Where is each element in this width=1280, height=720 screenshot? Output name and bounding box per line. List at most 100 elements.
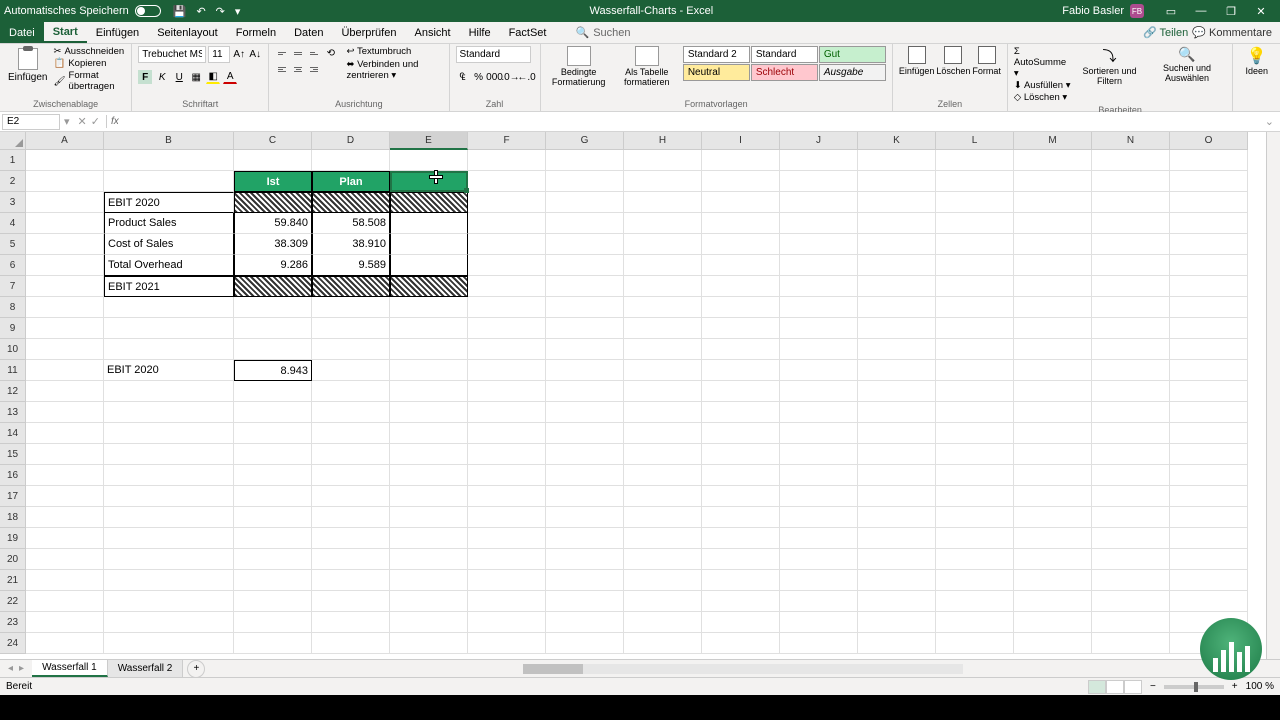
undo-icon[interactable]: ↶ xyxy=(196,5,205,18)
cell-L4[interactable] xyxy=(936,213,1014,234)
expand-formula-bar-icon[interactable]: ⌄ xyxy=(1259,115,1280,128)
cell-F17[interactable] xyxy=(468,486,546,507)
cell-K18[interactable] xyxy=(858,507,936,528)
col-header-J[interactable]: J xyxy=(780,132,858,150)
cell-A5[interactable] xyxy=(26,234,104,255)
cell-I19[interactable] xyxy=(702,528,780,549)
cell-C9[interactable] xyxy=(234,318,312,339)
cell-B2[interactable] xyxy=(104,171,234,192)
cell-A6[interactable] xyxy=(26,255,104,276)
cell-N22[interactable] xyxy=(1092,591,1170,612)
cell-E4[interactable] xyxy=(390,213,468,234)
cell-L7[interactable] xyxy=(936,276,1014,297)
name-box[interactable] xyxy=(2,114,60,130)
cell-O5[interactable] xyxy=(1170,234,1248,255)
cell-C13[interactable] xyxy=(234,402,312,423)
cell-C12[interactable] xyxy=(234,381,312,402)
cell-M12[interactable] xyxy=(1014,381,1092,402)
cell-G10[interactable] xyxy=(546,339,624,360)
cell-B10[interactable] xyxy=(104,339,234,360)
sort-filter-button[interactable]: ⤵Sortieren und Filtern xyxy=(1075,46,1143,86)
cell-K8[interactable] xyxy=(858,297,936,318)
cell-A24[interactable] xyxy=(26,633,104,654)
cell-M4[interactable] xyxy=(1014,213,1092,234)
col-header-M[interactable]: M xyxy=(1014,132,1092,150)
cell-L12[interactable] xyxy=(936,381,1014,402)
cell-K20[interactable] xyxy=(858,549,936,570)
cell-O6[interactable] xyxy=(1170,255,1248,276)
cell-O8[interactable] xyxy=(1170,297,1248,318)
cell-O1[interactable] xyxy=(1170,150,1248,171)
cell-A21[interactable] xyxy=(26,570,104,591)
cell-H15[interactable] xyxy=(624,444,702,465)
menu-hilfe[interactable]: Hilfe xyxy=(460,22,500,43)
cell-G6[interactable] xyxy=(546,255,624,276)
cell-N9[interactable] xyxy=(1092,318,1170,339)
row-header-12[interactable]: 12 xyxy=(0,381,26,402)
cell-F19[interactable] xyxy=(468,528,546,549)
cell-L22[interactable] xyxy=(936,591,1014,612)
cell-K1[interactable] xyxy=(858,150,936,171)
menu-daten[interactable]: Daten xyxy=(285,22,332,43)
shrink-font-icon[interactable]: A↓ xyxy=(248,48,262,62)
cell-F16[interactable] xyxy=(468,465,546,486)
comments-button[interactable]: 💬 Kommentare xyxy=(1192,26,1272,39)
cell-A3[interactable] xyxy=(26,192,104,213)
cell-N2[interactable] xyxy=(1092,171,1170,192)
orientation-icon[interactable]: ⟲ xyxy=(325,46,336,60)
cell-F11[interactable] xyxy=(468,360,546,381)
col-header-A[interactable]: A xyxy=(26,132,104,150)
cell-B21[interactable] xyxy=(104,570,234,591)
cell-K17[interactable] xyxy=(858,486,936,507)
cell-F7[interactable] xyxy=(468,276,546,297)
cell-E1[interactable] xyxy=(390,150,468,171)
row-header-24[interactable]: 24 xyxy=(0,633,26,654)
align-right-icon[interactable] xyxy=(307,62,321,76)
cell-B4[interactable]: Product Sales xyxy=(104,213,234,234)
cell-L19[interactable] xyxy=(936,528,1014,549)
cell-I18[interactable] xyxy=(702,507,780,528)
zoom-in-icon[interactable]: + xyxy=(1232,681,1238,692)
cell-A4[interactable] xyxy=(26,213,104,234)
col-header-L[interactable]: L xyxy=(936,132,1014,150)
cell-O7[interactable] xyxy=(1170,276,1248,297)
cell-B22[interactable] xyxy=(104,591,234,612)
cell-J3[interactable] xyxy=(780,192,858,213)
cell-F9[interactable] xyxy=(468,318,546,339)
font-family-select[interactable] xyxy=(138,46,206,63)
cell-L8[interactable] xyxy=(936,297,1014,318)
cell-A20[interactable] xyxy=(26,549,104,570)
cell-L24[interactable] xyxy=(936,633,1014,654)
cell-H20[interactable] xyxy=(624,549,702,570)
cell-J16[interactable] xyxy=(780,465,858,486)
row-header-21[interactable]: 21 xyxy=(0,570,26,591)
row-header-4[interactable]: 4 xyxy=(0,213,26,234)
cell-M6[interactable] xyxy=(1014,255,1092,276)
cell-E19[interactable] xyxy=(390,528,468,549)
cell-I9[interactable] xyxy=(702,318,780,339)
cell-C17[interactable] xyxy=(234,486,312,507)
minimize-icon[interactable]: — xyxy=(1186,0,1216,22)
cell-J6[interactable] xyxy=(780,255,858,276)
menu-seitenlayout[interactable]: Seitenlayout xyxy=(148,22,227,43)
cell-O4[interactable] xyxy=(1170,213,1248,234)
cell-I10[interactable] xyxy=(702,339,780,360)
cell-D12[interactable] xyxy=(312,381,390,402)
cell-M14[interactable] xyxy=(1014,423,1092,444)
cell-C8[interactable] xyxy=(234,297,312,318)
cell-A18[interactable] xyxy=(26,507,104,528)
cell-I1[interactable] xyxy=(702,150,780,171)
cell-H12[interactable] xyxy=(624,381,702,402)
align-middle-icon[interactable] xyxy=(291,46,305,60)
cell-L18[interactable] xyxy=(936,507,1014,528)
cell-I21[interactable] xyxy=(702,570,780,591)
cell-D8[interactable] xyxy=(312,297,390,318)
cell-O18[interactable] xyxy=(1170,507,1248,528)
italic-button[interactable]: K xyxy=(155,70,169,84)
cancel-formula-icon[interactable]: ✕ xyxy=(78,115,87,128)
cell-E2[interactable] xyxy=(390,171,468,192)
decrease-decimal-icon[interactable]: ←.0 xyxy=(520,70,534,84)
cell-G11[interactable] xyxy=(546,360,624,381)
cell-G9[interactable] xyxy=(546,318,624,339)
cell-K9[interactable] xyxy=(858,318,936,339)
